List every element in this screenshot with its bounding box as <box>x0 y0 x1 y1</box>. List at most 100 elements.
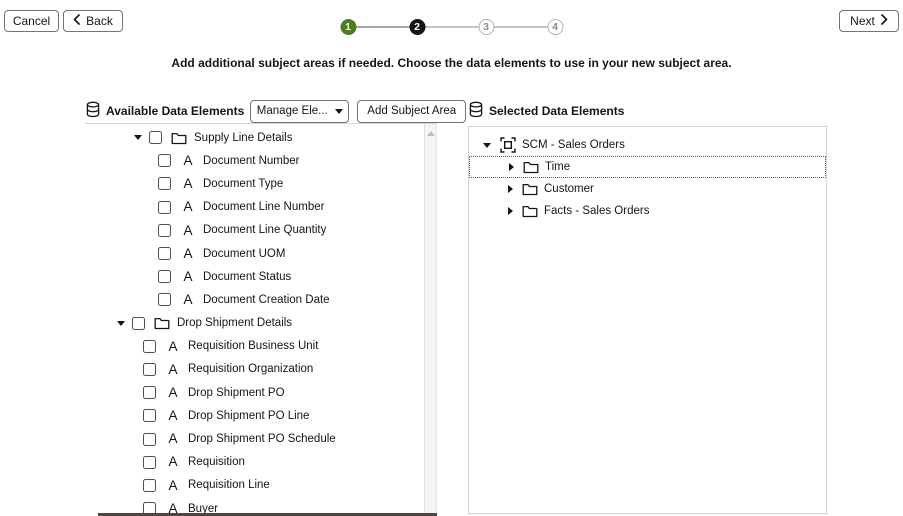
tree-item-requisition-business-unit[interactable]: ARequisition Business Unit <box>85 335 423 358</box>
subject-area-icon <box>500 137 516 153</box>
tree-item-document-uom[interactable]: A Document UOM <box>85 242 423 265</box>
collapse-arrow-icon[interactable] <box>117 321 125 326</box>
tree-item-label: Supply Line Details <box>194 132 292 144</box>
tree-item-document-line-number[interactable]: A Document Line Number <box>85 196 423 219</box>
add-subject-area-label: Add Subject Area <box>367 105 456 117</box>
stepper-connector <box>425 26 478 28</box>
tree-item-label: Document Type <box>203 178 283 190</box>
tree-item-document-type[interactable]: A Document Type <box>85 172 423 195</box>
tree-item-label: Requisition Business Unit <box>188 340 318 352</box>
tree-item-scm-sales-orders[interactable]: SCM - Sales Orders <box>469 134 826 156</box>
add-subject-area-button[interactable]: Add Subject Area <box>357 100 466 123</box>
checkbox[interactable] <box>143 340 156 353</box>
selected-tree: SCM - Sales Orders Time Customer Facts - Sa… <box>468 126 827 514</box>
back-button-label: Back <box>86 14 113 28</box>
tree-item-label: Requisition Line <box>188 479 270 491</box>
attribute-icon: A <box>165 479 181 493</box>
attribute-icon: A <box>180 293 196 307</box>
checkbox[interactable] <box>158 224 171 237</box>
collapse-arrow-icon[interactable] <box>134 135 142 140</box>
checkbox[interactable] <box>143 456 156 469</box>
tree-item-buyer[interactable]: ABuyer <box>85 497 423 513</box>
expand-arrow-icon[interactable] <box>508 207 513 215</box>
tree-item-label: Drop Shipment PO <box>188 387 285 399</box>
available-data-elements-panel: Available Data Elements Manage Ele... Ad… <box>85 99 437 516</box>
checkbox[interactable] <box>158 201 171 214</box>
attribute-icon: A <box>180 200 196 214</box>
vertical-scrollbar[interactable] <box>424 124 437 513</box>
tree-item-label: Requisition <box>188 456 245 468</box>
checkbox[interactable] <box>143 502 156 513</box>
wizard-instruction: Add additional subject areas if needed. … <box>0 56 903 70</box>
tree-item-requisition-organization[interactable]: A Requisition Organization <box>85 358 423 381</box>
collapse-arrow-icon[interactable] <box>483 143 491 148</box>
checkbox[interactable] <box>143 479 156 492</box>
checkbox[interactable] <box>143 409 156 422</box>
attribute-icon: A <box>165 363 181 377</box>
tree-item-document-status[interactable]: A Document Status <box>85 265 423 288</box>
tree-item-drop-shipment-po-line[interactable]: ADrop Shipment PO Line <box>85 404 423 427</box>
tree-item-label: Document Creation Date <box>203 294 330 306</box>
tree-item-customer[interactable]: Customer <box>469 178 826 200</box>
attribute-icon: A <box>180 270 196 284</box>
selected-panel-title: Selected Data Elements <box>489 104 624 118</box>
cancel-button[interactable]: Cancel <box>4 10 59 32</box>
scroll-up-icon[interactable] <box>427 131 435 136</box>
attribute-icon: A <box>180 224 196 238</box>
checkbox[interactable] <box>143 433 156 446</box>
tree-item-label: Document Line Number <box>203 201 324 213</box>
tree-item-label: Document Number <box>203 155 300 167</box>
tree-item-supply-line-details[interactable]: Supply Line Details <box>85 126 423 149</box>
tree-item-drop-shipment-po-schedule[interactable]: ADrop Shipment PO Schedule <box>85 427 423 450</box>
wizard-stepper: 1234 <box>340 19 563 35</box>
tree-item-document-creation-date[interactable]: A Document Creation Date <box>85 288 423 311</box>
chevron-left-icon <box>73 14 80 28</box>
step-4-indicator: 4 <box>547 19 563 35</box>
checkbox[interactable] <box>158 247 171 260</box>
stepper-connector <box>494 26 547 28</box>
tree-item-time[interactable]: Time <box>469 156 826 178</box>
back-button[interactable]: Back <box>63 10 123 32</box>
expand-arrow-icon[interactable] <box>508 185 513 193</box>
checkbox[interactable] <box>132 317 145 330</box>
checkbox[interactable] <box>158 293 171 306</box>
tree-item-document-number[interactable]: A Document Number <box>85 149 423 172</box>
available-tree: Supply Line Details A Document Number A Docu… <box>85 126 423 513</box>
tree-item-requisition[interactable]: ARequisition <box>85 451 423 474</box>
tree-item-label: SCM - Sales Orders <box>522 139 625 151</box>
folder-icon <box>522 204 538 218</box>
tree-item-facts-sales-orders[interactable]: Facts - Sales Orders <box>469 200 826 222</box>
folder-icon <box>154 316 170 330</box>
tree-item-drop-shipment-po[interactable]: A Drop Shipment PO <box>85 381 423 404</box>
tree-item-label: Document Status <box>203 271 291 283</box>
add-subject-area-wizard: Cancel Back Next 1234 Add additional sub… <box>0 0 903 516</box>
checkbox[interactable] <box>143 363 156 376</box>
tree-item-label: Time <box>545 161 570 173</box>
checkbox[interactable] <box>158 177 171 190</box>
next-button[interactable]: Next <box>839 10 899 32</box>
tree-item-label: Customer <box>544 183 594 195</box>
checkbox[interactable] <box>158 270 171 283</box>
attribute-icon: A <box>180 154 196 168</box>
manage-elements-dropdown-button[interactable]: Manage Ele... <box>250 100 349 123</box>
attribute-icon: A <box>180 247 196 261</box>
folder-icon <box>523 160 539 174</box>
tree-item-label: Document UOM <box>203 248 285 260</box>
checkbox[interactable] <box>158 154 171 167</box>
tree-item-document-line-quantity[interactable]: A Document Line Quantity <box>85 219 423 242</box>
expand-arrow-icon[interactable] <box>509 163 514 171</box>
tree-item-label: Requisition Organization <box>188 363 313 375</box>
tree-item-label: Drop Shipment PO Schedule <box>188 433 336 445</box>
tree-item-requisition-line[interactable]: A Requisition Line <box>85 474 423 497</box>
attribute-icon: A <box>180 177 196 191</box>
tree-item-label: Document Line Quantity <box>203 224 326 236</box>
checkbox[interactable] <box>143 386 156 399</box>
tree-item-label: Drop Shipment PO Line <box>188 410 309 422</box>
checkbox[interactable] <box>149 131 162 144</box>
tree-item-label: Buyer <box>188 503 218 513</box>
tree-item-label: Drop Shipment Details <box>177 317 292 329</box>
step-2-indicator: 2 <box>409 19 425 35</box>
tree-item-drop-shipment-details[interactable]: Drop Shipment Details <box>85 312 423 335</box>
selected-data-elements-panel: Selected Data Elements SCM - Sales Order… <box>468 99 827 516</box>
attribute-icon: A <box>165 386 181 400</box>
